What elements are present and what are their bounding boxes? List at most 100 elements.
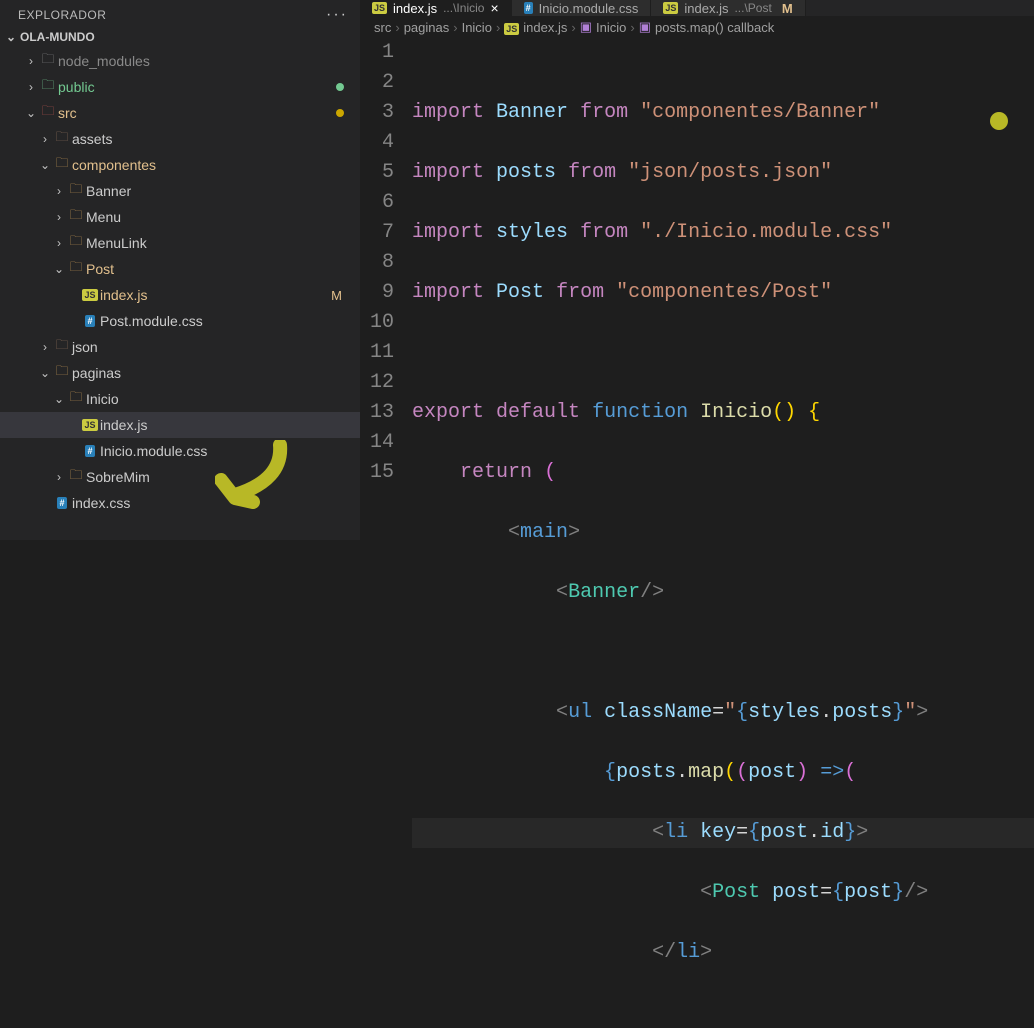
line-gutter: 123456789101112131415 [360, 38, 412, 1028]
folder-open-icon: 🗀 [69, 388, 82, 410]
tree-item-label: public [58, 79, 336, 95]
breadcrumb-separator: › [453, 20, 457, 35]
line-number: 12 [370, 368, 394, 398]
symbol-icon: ▣ [639, 19, 651, 34]
tree-item[interactable]: ⌄🗀src [0, 100, 360, 126]
breadcrumb-item[interactable]: src [374, 20, 391, 35]
tree-item-label: index.js [100, 417, 350, 433]
chevron-right-icon: › [52, 470, 66, 484]
tree-item[interactable]: JSindex.js [0, 412, 360, 438]
line-number: 3 [370, 98, 394, 128]
folder-icon: 🗀 [41, 102, 54, 124]
chevron-right-icon: › [52, 210, 66, 224]
js-icon: JS [82, 419, 97, 431]
tree-item-label: Post [86, 261, 350, 277]
chevron-right-icon: › [52, 184, 66, 198]
line-number: 5 [370, 158, 394, 188]
css-icon: # [524, 2, 533, 14]
breadcrumb-item[interactable]: Inicio [462, 20, 492, 35]
tree-item[interactable]: JSindex.jsM [0, 282, 360, 308]
editor-tab[interactable]: JS index.js ...\Inicio × [360, 0, 512, 16]
css-icon: # [57, 497, 66, 509]
symbol-icon: ▣ [580, 19, 592, 34]
tree-item-label: json [72, 339, 350, 355]
tree-item[interactable]: ⌄🗀Inicio [0, 386, 360, 412]
tab-sublabel: ...\Inicio [443, 1, 484, 15]
chevron-down-icon: ⌄ [52, 262, 66, 276]
chevron-down-icon: ⌄ [38, 158, 52, 172]
folder-icon: 🗀 [41, 76, 54, 98]
tab-label: index.js [684, 1, 728, 16]
chevron-down-icon: ⌄ [38, 366, 52, 380]
breadcrumb-item[interactable]: index.js [523, 20, 567, 35]
folder-icon: 🗀 [69, 180, 82, 202]
tree-item[interactable]: ›🗀public [0, 74, 360, 100]
line-number: 13 [370, 398, 394, 428]
line-number: 8 [370, 248, 394, 278]
tree-item[interactable]: ›🗀Banner [0, 178, 360, 204]
chevron-right-icon: › [38, 132, 52, 146]
line-number: 14 [370, 428, 394, 458]
breadcrumb-separator: › [630, 20, 634, 35]
tree-item[interactable]: # index.css [0, 490, 360, 516]
chevron-right-icon: › [24, 54, 38, 68]
breadcrumb-separator: › [571, 20, 575, 35]
editor-tab[interactable]: # Inicio.module.css [512, 0, 652, 16]
tree-item[interactable]: ›🗀assets [0, 126, 360, 152]
tab-bar: JS index.js ...\Inicio ×# Inicio.module.… [360, 0, 1034, 16]
tree-item[interactable]: ›🗀MenuLink [0, 230, 360, 256]
tree-item[interactable]: ⌄🗀componentes [0, 152, 360, 178]
js-icon: JS [663, 2, 678, 14]
breadcrumb[interactable]: src›paginas›Inicio›JSindex.js›▣Inicio›▣p… [360, 16, 1034, 38]
tree-item[interactable]: ›🗀json [0, 334, 360, 360]
tree-item[interactable]: ›🗀Menu [0, 204, 360, 230]
tree-item-label: assets [72, 131, 350, 147]
tree-item-label: index.js [100, 287, 331, 303]
line-number: 9 [370, 278, 394, 308]
line-number: 6 [370, 188, 394, 218]
editor-area: JS index.js ...\Inicio ×# Inicio.module.… [360, 0, 1034, 540]
breadcrumb-item[interactable]: posts.map() callback [655, 20, 774, 35]
line-number: 1 [370, 38, 394, 68]
code-editor[interactable]: 123456789101112131415 import Banner from… [360, 38, 1034, 1028]
css-icon: # [85, 315, 94, 327]
chevron-down-icon: ⌄ [4, 30, 18, 44]
folder-icon: 🗀 [69, 466, 82, 488]
breadcrumb-item[interactable]: paginas [404, 20, 450, 35]
tree-item-label: SobreMim [86, 469, 350, 485]
tab-sublabel: ...\Post [734, 1, 771, 15]
editor-tab[interactable]: JS index.js ...\Post M [651, 0, 805, 16]
breadcrumb-separator: › [496, 20, 500, 35]
js-icon: JS [82, 289, 97, 301]
tree-item-label: index.css [72, 495, 350, 511]
tree-item-label: node_modules [58, 53, 350, 69]
tree-item[interactable]: ›🗀SobreMim [0, 464, 360, 490]
tree-item[interactable]: ⌄🗀paginas [0, 360, 360, 386]
code-content[interactable]: import Banner from "componentes/Banner" … [412, 38, 1034, 1028]
status-dot [336, 109, 344, 117]
folder-icon: 🗀 [55, 336, 68, 358]
modified-badge: M [331, 288, 342, 303]
folder-open-icon: 🗀 [55, 362, 68, 384]
js-icon: JS [372, 2, 387, 14]
chevron-right-icon: › [38, 340, 52, 354]
project-root[interactable]: ⌄ OLA-MUNDO [0, 26, 360, 48]
chevron-right-icon: › [24, 80, 38, 94]
file-explorer-sidebar: EXPLORADOR ··· ⌄ OLA-MUNDO ›🗀node_module… [0, 0, 360, 540]
breadcrumb-item[interactable]: Inicio [596, 20, 626, 35]
folder-icon: 🗀 [69, 206, 82, 228]
more-icon[interactable]: ··· [326, 6, 348, 24]
tree-item-label: paginas [72, 365, 350, 381]
tree-item[interactable]: #Post.module.css [0, 308, 360, 334]
line-number: 7 [370, 218, 394, 248]
tree-item[interactable]: ⌄🗀Post [0, 256, 360, 282]
annotation-dot [990, 112, 1008, 130]
tree-item-label: src [58, 105, 336, 121]
tree-item[interactable]: ›🗀node_modules [0, 48, 360, 74]
close-icon[interactable]: × [490, 0, 498, 16]
line-number: 15 [370, 458, 394, 488]
line-number: 11 [370, 338, 394, 368]
js-icon: JS [504, 23, 519, 35]
tree-item-label: Inicio.module.css [100, 443, 350, 459]
tree-item[interactable]: #Inicio.module.css [0, 438, 360, 464]
